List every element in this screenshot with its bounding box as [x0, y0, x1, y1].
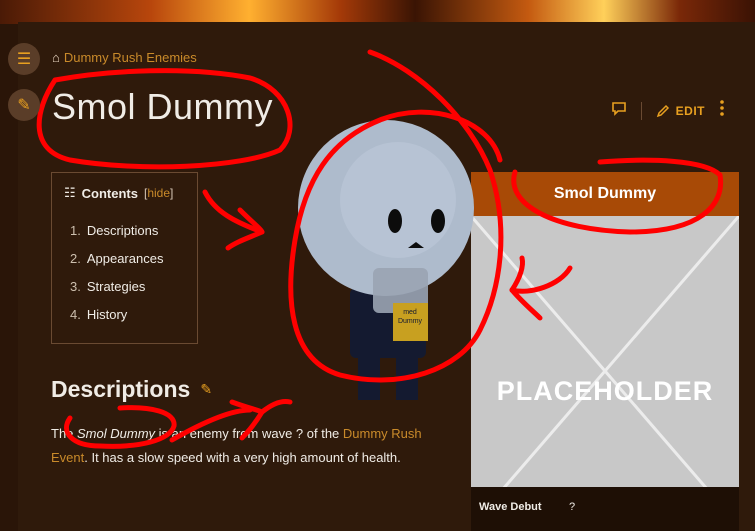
toc-header: ☷ Contents [hide] — [52, 173, 197, 201]
edit-pencil-icon — [656, 104, 669, 117]
pencil-icon: ✎ — [17, 97, 31, 114]
breadcrumb-link[interactable]: Dummy Rush Enemies — [64, 50, 197, 65]
page-actions: EDIT — [611, 100, 725, 121]
page-title: Smol Dummy — [52, 86, 274, 127]
edit-side-button[interactable]: ✎ — [8, 89, 40, 121]
edit-button[interactable]: EDIT — [656, 104, 705, 118]
speech-bubble-icon[interactable] — [611, 100, 627, 121]
breadcrumb: ⌂ Dummy Rush Enemies — [52, 50, 197, 65]
table-of-contents: ☷ Contents [hide] 1. Descriptions 2. Appea… — [51, 172, 198, 344]
actions-divider — [640, 101, 642, 120]
home-icon: ⌂ — [52, 50, 60, 65]
toc-toggle-button[interactable]: ☰ — [8, 43, 40, 75]
toc-item-history[interactable]: 4. History — [70, 307, 197, 335]
section-edit-icon[interactable]: ✎ — [200, 381, 212, 398]
infobox-row-label: Wave Debut — [479, 501, 542, 513]
svg-text:med: med — [403, 309, 417, 316]
enemy-name: Smol Dummy — [77, 426, 156, 441]
header-banner — [0, 0, 755, 24]
more-vertical-icon[interactable] — [719, 100, 725, 121]
smol-dummy-character: med Dummy — [298, 120, 474, 400]
toc-item-descriptions[interactable]: 1. Descriptions — [70, 223, 197, 251]
toc-list: 1. Descriptions 2. Appearances 3. Strategie… — [52, 201, 197, 335]
placeholder-text: PLACEHOLDER — [496, 376, 714, 406]
toc-item-strategies[interactable]: 3. Strategies — [70, 279, 197, 307]
toc-hide-toggle[interactable]: [hide] — [144, 186, 173, 200]
section-heading: Descriptions ✎ — [51, 376, 213, 402]
toc-item-appearances[interactable]: 2. Appearances — [70, 251, 197, 279]
infobox: Smol Dummy PLACEHOLDER Wave Debut ? — [471, 172, 739, 531]
toc-list-icon: ☷ — [64, 185, 76, 200]
infobox-row-wave-debut: Wave Debut ? — [471, 487, 739, 527]
description-paragraph: The Smol Dummy is an enemy from wave ? o… — [51, 426, 422, 465]
toc-heading: Contents — [81, 185, 138, 201]
list-icon: ☰ — [16, 51, 32, 68]
infobox-row-value: ? — [569, 501, 576, 513]
edit-label: EDIT — [675, 103, 705, 118]
svg-text:Dummy: Dummy — [398, 318, 423, 325]
infobox-title: Smol Dummy — [471, 172, 739, 216]
infobox-image: PLACEHOLDER — [471, 216, 739, 526]
